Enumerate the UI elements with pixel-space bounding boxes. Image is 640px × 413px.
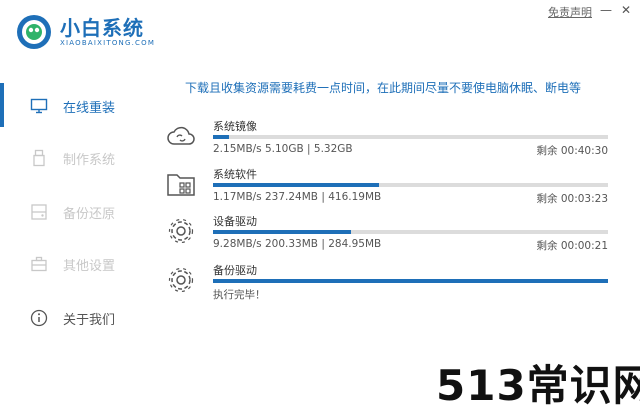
disclaimer-link[interactable]: 免责声明	[548, 4, 592, 20]
progress-fill	[213, 230, 352, 234]
app-logo-icon	[17, 15, 51, 49]
task-system-software: 系统软件 1.17MB/s 237.24MB | 416.19MB 剩余 00:…	[165, 166, 615, 214]
sidebar-item-label: 备份还原	[63, 207, 116, 222]
task-name: 备份驱动	[213, 264, 257, 277]
progress-track	[213, 183, 608, 187]
progress-fill	[213, 279, 608, 283]
sidebar-item-other-settings[interactable]: 其他设置	[0, 243, 150, 283]
task-name: 系统软件	[213, 168, 257, 181]
close-button[interactable]: ✕	[618, 3, 634, 17]
progress-track	[213, 279, 608, 283]
task-system-image: 系统镜像 2.15MB/s 5.10GB | 5.32GB 剩余 00:40:3…	[165, 118, 615, 166]
gear-icon	[168, 267, 194, 293]
folder-apps-icon	[167, 174, 195, 196]
progress-fill	[213, 183, 379, 187]
minimize-button[interactable]: —	[598, 3, 614, 17]
task-name: 设备驱动	[213, 215, 257, 228]
usb-icon	[33, 149, 45, 167]
progress-track	[213, 135, 608, 139]
sidebar-item-about-us[interactable]: 关于我们	[0, 297, 150, 337]
monitor-icon	[30, 98, 48, 114]
site-watermark: 513常识网	[436, 361, 640, 410]
sidebar: 在线重装 制作系统 备份还原 其他设置 关于我们	[0, 75, 150, 335]
toolbox-icon	[31, 256, 47, 272]
progress-track	[213, 230, 608, 234]
task-stats: 9.28MB/s 200.33MB | 284.95MB	[213, 238, 382, 250]
progress-fill	[213, 135, 229, 139]
task-remaining: 剩余 00:40:30	[536, 145, 609, 157]
task-device-driver: 设备驱动 9.28MB/s 200.33MB | 284.95MB 剩余 00:…	[165, 213, 615, 261]
task-remaining: 剩余 00:00:21	[536, 240, 609, 252]
sidebar-item-label: 在线重装	[63, 101, 116, 116]
task-backup-driver: 备份驱动 执行完毕！	[165, 262, 615, 310]
task-name: 系统镜像	[213, 120, 257, 133]
info-icon	[30, 309, 48, 327]
sidebar-item-label: 其他设置	[63, 259, 116, 274]
task-remaining: 剩余 00:03:23	[536, 193, 609, 205]
task-stats: 执行完毕！	[213, 289, 266, 301]
cloud-icon	[167, 126, 195, 145]
app-header: 小白系统 XIAOBAIXITONG.COM 免责声明 — ✕	[0, 0, 640, 66]
task-stats: 1.17MB/s 237.24MB | 416.19MB	[213, 191, 382, 203]
sidebar-item-make-system[interactable]: 制作系统	[0, 137, 150, 177]
gear-icon	[168, 218, 194, 244]
app-title: 小白系统	[60, 16, 144, 40]
sidebar-item-online-reinstall[interactable]: 在线重装	[0, 85, 150, 125]
download-notice: 下载且收集资源需要耗费一点时间，在此期间尽量不要使电脑休眠、断电等	[185, 81, 582, 95]
backup-icon	[31, 204, 47, 220]
sidebar-item-label: 制作系统	[63, 153, 116, 168]
task-stats: 2.15MB/s 5.10GB | 5.32GB	[213, 143, 353, 155]
sidebar-item-label: 关于我们	[63, 313, 116, 328]
app-subtitle: XIAOBAIXITONG.COM	[60, 39, 156, 47]
sidebar-item-backup-restore[interactable]: 备份还原	[0, 191, 150, 231]
